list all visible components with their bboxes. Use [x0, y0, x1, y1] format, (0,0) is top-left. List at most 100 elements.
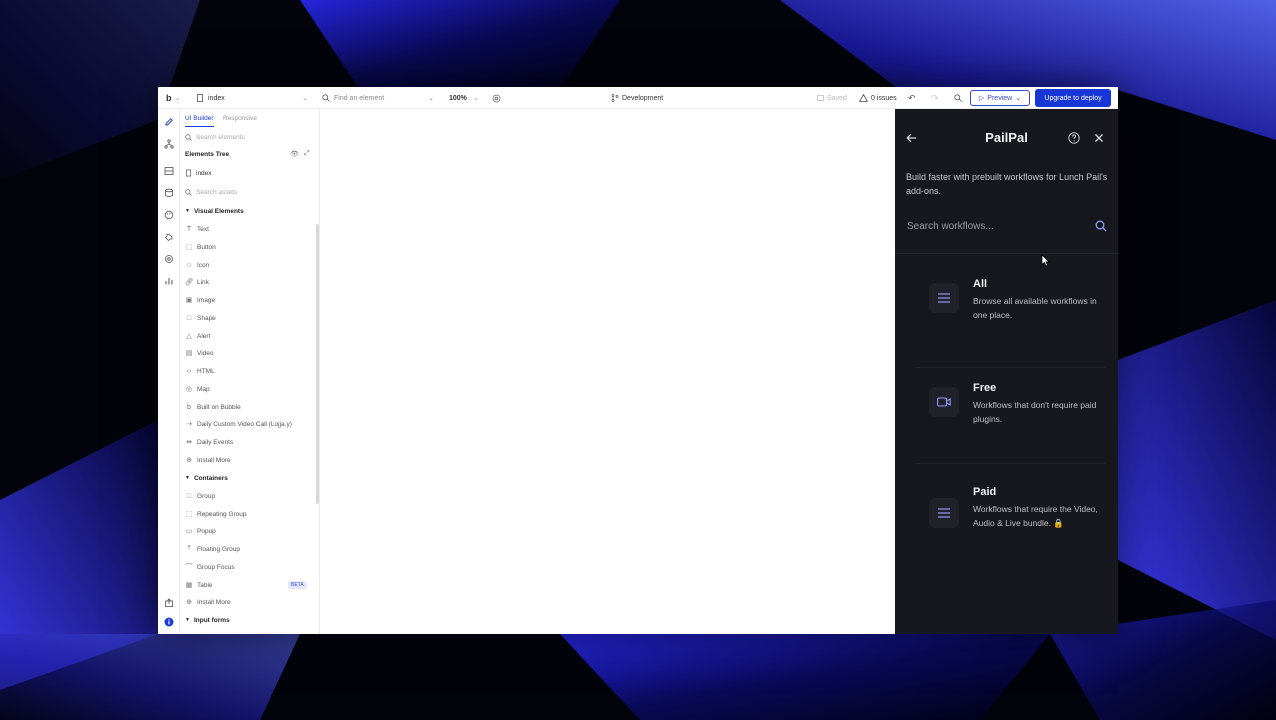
branch-selector[interactable]: Development	[611, 87, 663, 109]
element-table[interactable]: ▦ Table	[185, 579, 213, 591]
element-group[interactable]: □ Group	[185, 490, 215, 502]
element-label: Daily Custom Video Call (Lojja.y)	[197, 420, 292, 428]
element-floating-group[interactable]: ⤒ Floating Group	[185, 543, 240, 555]
map-pin-icon: ◎	[185, 386, 193, 393]
element-shape[interactable]: □ Shape	[185, 312, 216, 324]
preview-label: Preview	[987, 94, 1013, 102]
element-label: Image	[197, 296, 216, 304]
search-icon	[185, 188, 192, 196]
chevron-down-icon: ⌄	[472, 95, 479, 102]
element-label: Repeating Group	[197, 510, 247, 518]
help-icon[interactable]	[1068, 132, 1080, 144]
group-icon: □	[186, 492, 192, 500]
element-link[interactable]: 🔗︎ Link	[185, 276, 209, 288]
undo-button[interactable]: ↶	[908, 87, 916, 109]
caret-down-icon: ▼	[185, 208, 190, 214]
section-visual-elements[interactable]: ▼ Visual Elements	[185, 205, 244, 217]
card-description: Workflows that don't require paid plugin…	[973, 400, 1097, 424]
design-pencil-icon[interactable]	[164, 117, 174, 127]
element-label: Icon	[197, 261, 210, 269]
element-popup[interactable]: ▭ Popup	[185, 525, 216, 537]
chevron-down-icon: ⌄	[1015, 95, 1022, 102]
page-selector[interactable]: index ⌄	[196, 87, 308, 109]
logs-chart-icon[interactable]	[164, 276, 174, 286]
workflow-icon[interactable]	[164, 139, 174, 149]
expand-icon[interactable]: ⤢	[304, 150, 310, 158]
element-repeating-group[interactable]: ⬚ Repeating Group	[185, 508, 247, 520]
video-icon	[929, 387, 959, 417]
repeating-group-icon: ⬚	[185, 511, 193, 518]
section-input-forms[interactable]: ▼ Input forms	[185, 614, 230, 626]
element-video[interactable]: ▤ Video	[185, 347, 214, 359]
plus-circle-icon: ⊕	[186, 599, 192, 606]
shape-icon: □	[186, 314, 192, 322]
workflow-card-all[interactable]: All Browse all available workflows in on…	[915, 272, 1105, 368]
find-element-input[interactable]: Find an element ⌄	[322, 87, 434, 109]
play-icon: ▷	[978, 95, 985, 102]
element-text[interactable]: T Text	[185, 223, 209, 235]
tab-ui-builder[interactable]: UI Builder	[185, 115, 214, 127]
install-more-visual[interactable]: ⊕ Install More	[185, 454, 231, 466]
panel-tabs: UI Builder Responsive	[180, 109, 320, 129]
preview-button[interactable]: ▷ Preview ⌄	[970, 90, 1030, 106]
tree-root-index[interactable]: index	[185, 167, 212, 179]
workflow-card-paid[interactable]: Paid Workflows that require the Video, A…	[915, 462, 1105, 558]
zoom-selector[interactable]: 100% ⌄	[449, 87, 479, 109]
element-label: Popup	[197, 527, 216, 535]
bubble-logo-menu[interactable]: b ⌄	[166, 87, 180, 109]
element-alert[interactable]: △ Alert	[185, 330, 210, 342]
palette-icon[interactable]	[164, 210, 174, 220]
redo-icon: ↷	[931, 92, 939, 103]
element-group-focus[interactable]: ⌒ Group Focus	[185, 561, 235, 573]
upload-icon[interactable]	[164, 598, 174, 608]
panel-scrollbar[interactable]	[316, 224, 319, 504]
search-elements-input[interactable]: Search elements	[185, 131, 315, 143]
close-icon[interactable]	[1094, 133, 1104, 143]
element-html[interactable]: ‹› HTML	[185, 365, 215, 377]
section-containers-label: Containers	[193, 474, 228, 482]
group-focus-icon: ⌒	[185, 564, 193, 571]
warning-icon	[859, 94, 868, 102]
search-workflows-input[interactable]: Search workflows...	[907, 213, 1107, 239]
upgrade-to-deploy-button[interactable]: Upgrade to deploy	[1035, 89, 1111, 107]
issues-button[interactable]: 0 issues	[859, 87, 897, 109]
tab-responsive[interactable]: Responsive	[223, 115, 257, 122]
pailpal-title: PailPal	[985, 130, 1028, 145]
search-button[interactable]	[954, 87, 962, 109]
install-more-containers[interactable]: ⊕ Install More	[185, 596, 231, 608]
info-icon[interactable]	[164, 617, 174, 627]
layout-icon[interactable]	[164, 166, 174, 176]
section-input-label: Input forms	[193, 616, 230, 624]
code-icon: ‹›	[186, 367, 192, 375]
plus-circle-icon: ⊕	[186, 457, 192, 464]
element-icon[interactable]: ☆ Icon	[185, 259, 209, 271]
element-button[interactable]: ⬚ Button	[185, 241, 216, 253]
settings-button[interactable]	[492, 87, 501, 109]
element-daily-video-call[interactable]: ⇢ Daily Custom Video Call (Lojja.y)	[185, 418, 292, 430]
redo-button[interactable]: ↷	[931, 87, 939, 109]
database-icon[interactable]	[164, 188, 174, 198]
element-daily-events[interactable]: ⇹ Daily Events	[185, 436, 233, 448]
tree-root-label: index	[196, 169, 212, 177]
element-map[interactable]: ◎ Map	[185, 383, 210, 395]
star-icon: ☆	[185, 262, 193, 269]
element-built-on-bubble[interactable]: b Built on Bubble	[185, 401, 241, 413]
search-assets-input[interactable]: Search assets	[185, 186, 315, 198]
card-description: Workflows that require the Video, Audio …	[973, 504, 1098, 528]
plugin-icon[interactable]	[164, 232, 174, 242]
saved-icon	[817, 95, 824, 101]
section-containers[interactable]: ▼ Containers	[185, 472, 228, 484]
settings-gear-icon[interactable]	[164, 254, 174, 264]
bubble-logo: b	[166, 93, 172, 103]
list-icon	[929, 283, 959, 313]
caret-down-icon: ▼	[185, 617, 190, 623]
search-icon	[954, 94, 962, 102]
design-canvas[interactable]	[320, 109, 895, 634]
saved-label: Saved	[827, 94, 847, 102]
element-image[interactable]: ▣ Image	[185, 294, 215, 306]
eye-icon[interactable]: 👁	[290, 150, 299, 158]
divider	[895, 253, 1118, 254]
left-icon-rail	[158, 109, 180, 634]
workflow-card-free[interactable]: Free Workflows that don't require paid p…	[915, 368, 1105, 464]
pailpal-header: PailPal	[895, 109, 1118, 165]
